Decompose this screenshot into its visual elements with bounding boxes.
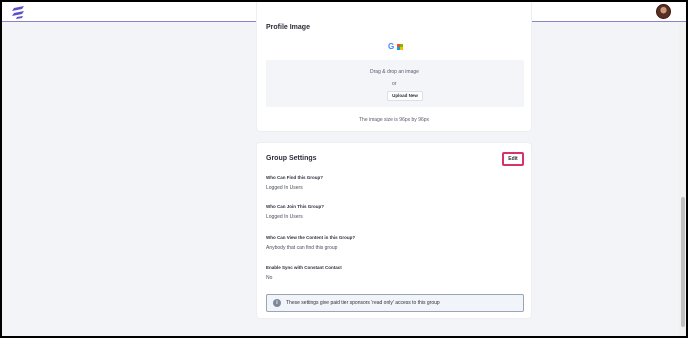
drop-text: Drag & drop an image — [370, 69, 419, 75]
app-logo-icon[interactable] — [11, 5, 26, 19]
field-label-sync: Enable Sync with Constant Contact — [266, 265, 342, 270]
group-settings-card: Group Settings Edit Who Can Find this Gr… — [256, 142, 532, 319]
microsoft-icon[interactable] — [397, 44, 403, 50]
upload-new-button[interactable]: Upload New — [387, 91, 423, 101]
field-label-view: Who Can View the Content in this Group? — [266, 235, 356, 240]
app-window: Profile Image G Drag & drop an image or … — [2, 2, 686, 336]
group-settings-title: Group Settings — [266, 155, 317, 162]
info-icon: i — [273, 299, 281, 307]
profile-image-card: Profile Image G Drag & drop an image or … — [256, 2, 532, 132]
or-text: or — [392, 81, 397, 87]
field-label-join: Who Can Join This Group? — [266, 204, 324, 209]
field-value-join: Logged In Users — [266, 214, 303, 220]
scrollbar-thumb[interactable] — [681, 197, 685, 327]
image-size-note: The image size is 96px by 96px — [359, 117, 430, 123]
edit-button[interactable]: Edit — [502, 152, 524, 166]
google-icon[interactable]: G — [388, 42, 394, 51]
profile-image-title: Profile Image — [266, 24, 310, 31]
info-notice: i These settings give paid tier sponsors… — [266, 294, 524, 312]
field-value-find: Logged In Users — [266, 185, 303, 191]
info-text: These settings give paid tier sponsors '… — [286, 300, 440, 306]
field-label-find: Who Can Find this Group? — [266, 175, 323, 180]
field-value-sync: No — [266, 275, 273, 281]
field-value-view: Anybody that can find this group — [266, 245, 338, 251]
image-dropzone[interactable]: Drag & drop an image or Upload New — [266, 60, 524, 107]
user-avatar[interactable] — [656, 4, 671, 19]
